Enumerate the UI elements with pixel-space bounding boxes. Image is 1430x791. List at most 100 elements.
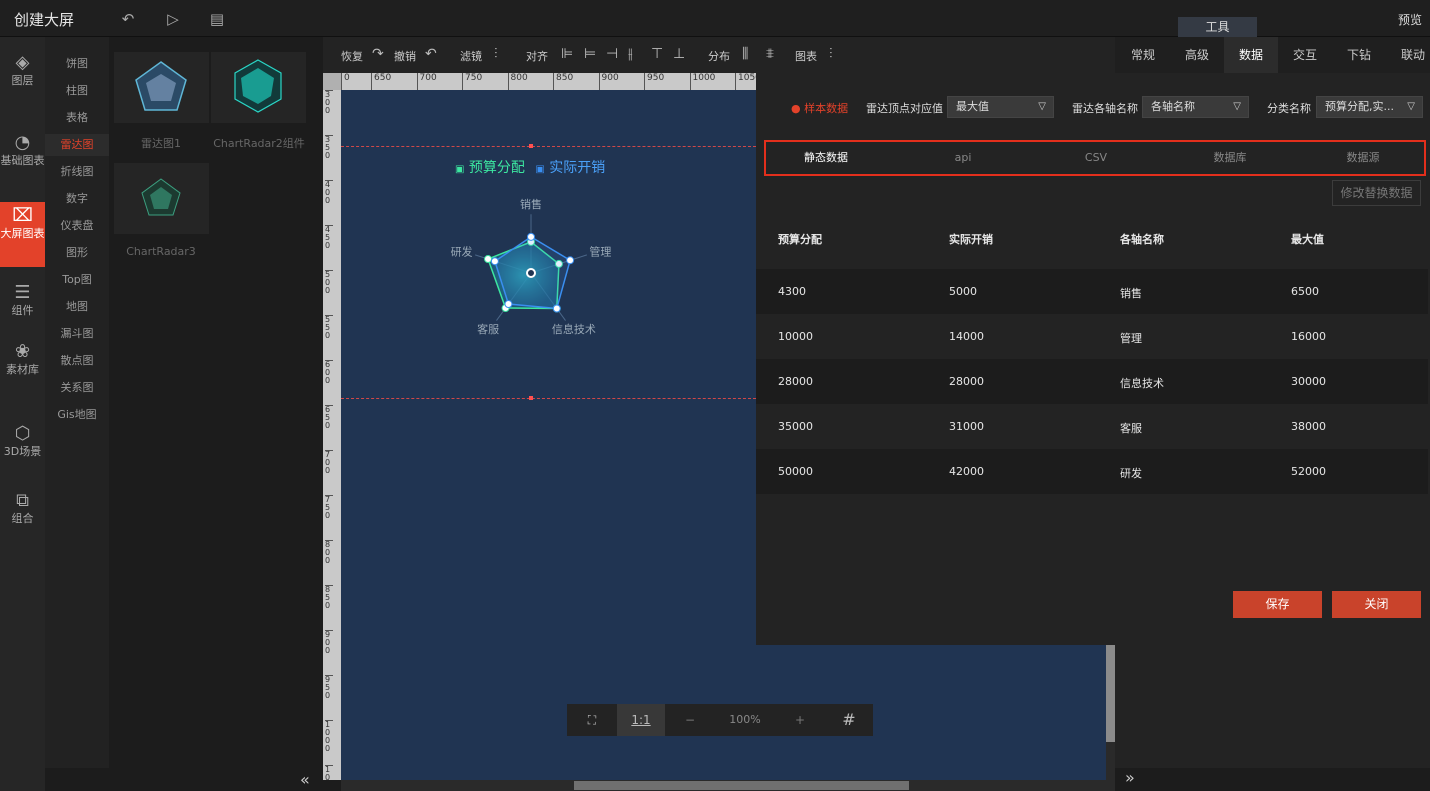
radar-point[interactable]: [566, 256, 575, 265]
table-row[interactable]: 28000 28000 信息技术 30000: [756, 359, 1428, 404]
tab-5[interactable]: 联动: [1386, 37, 1430, 73]
radar-point[interactable]: [552, 304, 561, 313]
back-icon[interactable]: ↶: [119, 10, 137, 28]
nav-item-3[interactable]: ☰ 组件: [0, 279, 45, 324]
thumb-radar1[interactable]: [114, 52, 209, 123]
ruler-tick-label: 750: [325, 495, 333, 520]
category-item[interactable]: 仪表盘: [45, 215, 109, 237]
fit-screen-icon[interactable]: ⛶: [567, 704, 617, 736]
category-item[interactable]: 散点图: [45, 350, 109, 372]
preview-button[interactable]: 预览: [1398, 11, 1422, 28]
ruler-tick-label: 0: [341, 73, 350, 90]
legend-actual-label[interactable]: 实际开销: [549, 160, 605, 176]
zoom-in-button[interactable]: +: [775, 704, 825, 736]
radar-point[interactable]: [527, 232, 535, 241]
vertex-select[interactable]: 最大值 ▽: [947, 96, 1054, 118]
distribute-button[interactable]: 分布: [708, 48, 730, 64]
align-right-icon[interactable]: ⊣: [606, 46, 618, 62]
category-item[interactable]: Gis地图: [45, 404, 109, 426]
resize-handle[interactable]: [529, 144, 533, 148]
category-item[interactable]: 数字: [45, 188, 109, 210]
play-icon[interactable]: ▷: [164, 10, 182, 28]
radar-point[interactable]: [490, 257, 499, 266]
source-tab-1[interactable]: api: [903, 142, 1023, 174]
category-item[interactable]: 表格: [45, 107, 109, 129]
zoom-out-button[interactable]: −: [665, 704, 715, 736]
align-bottom-icon[interactable]: ⊥: [673, 46, 685, 62]
radar-point[interactable]: [484, 255, 493, 264]
nav-item-1[interactable]: ◔ 基础图表: [0, 129, 45, 184]
table-row[interactable]: 10000 14000 管理 16000: [756, 314, 1428, 359]
guide-line-top: [341, 146, 756, 147]
save-button[interactable]: 保存: [1233, 591, 1322, 618]
undo-button[interactable]: 撤销: [394, 48, 416, 64]
horizontal-scroll-thumb[interactable]: [574, 781, 909, 790]
distribute-v-icon[interactable]: ⩨: [766, 46, 774, 62]
chart-icon[interactable]: ⫶: [829, 46, 833, 62]
align-left-icon[interactable]: ⊫: [561, 46, 573, 62]
table-row[interactable]: 50000 42000 研发 52000: [756, 449, 1428, 494]
source-tab-0[interactable]: 静态数据: [766, 142, 886, 174]
redo-button[interactable]: 恢复: [341, 48, 363, 64]
tab-0[interactable]: 常规: [1116, 37, 1170, 73]
filter-button[interactable]: 滤镜: [460, 48, 482, 64]
sliders-icon: ☰: [14, 282, 31, 303]
close-button[interactable]: 关闭: [1332, 591, 1421, 618]
category-item[interactable]: 饼图: [45, 53, 109, 75]
tools-tab[interactable]: 工具: [1178, 17, 1257, 37]
category-item[interactable]: 图形: [45, 242, 109, 264]
filter-icon[interactable]: ⫶: [494, 46, 498, 62]
category-item[interactable]: 柱图: [45, 80, 109, 102]
resize-handle[interactable]: [529, 396, 533, 400]
table-row[interactable]: 4300 5000 销售 6500: [756, 269, 1428, 314]
tab-1[interactable]: 高级: [1170, 37, 1224, 73]
axis-select[interactable]: 各轴名称 ▽: [1142, 96, 1249, 118]
save-icon[interactable]: ▤: [208, 10, 226, 28]
align-top-icon[interactable]: ⊤: [651, 46, 663, 62]
ruler-tick-label: 1000: [325, 720, 333, 753]
source-tab-3[interactable]: 数据库: [1170, 142, 1290, 174]
category-item[interactable]: 雷达图: [45, 134, 109, 156]
nav-item-2[interactable]: ⌧ 大屏图表: [0, 202, 45, 267]
table-row[interactable]: 35000 31000 客服 38000: [756, 404, 1428, 449]
radar-chart[interactable]: 销售管理信息技术 客服 研发: [425, 178, 645, 348]
source-tab-4[interactable]: 数据源: [1303, 142, 1423, 174]
undo-icon[interactable]: ↶: [425, 46, 437, 62]
legend-budget-label[interactable]: 预算分配: [469, 160, 525, 176]
thumb-radar2[interactable]: [211, 52, 306, 123]
distribute-h-icon[interactable]: ⫼: [742, 46, 748, 62]
nav-item-5[interactable]: ⬡ 3D场景: [0, 420, 45, 475]
tab-4[interactable]: 下钻: [1332, 37, 1386, 73]
ruler-tick-label: 750: [462, 73, 482, 90]
legend-actual-icon[interactable]: ▣: [535, 164, 544, 175]
collapse-right-icon[interactable]: »: [1125, 768, 1135, 787]
nav-item-4[interactable]: ❀ 素材库: [0, 338, 45, 398]
align-button[interactable]: 对齐: [526, 48, 548, 64]
category-item[interactable]: 关系图: [45, 377, 109, 399]
thumb-radar3[interactable]: [114, 163, 209, 234]
align-center-icon[interactable]: ⊨: [584, 46, 596, 62]
tab-2[interactable]: 数据: [1224, 37, 1278, 73]
category-item[interactable]: 折线图: [45, 161, 109, 183]
property-tabs: 常规 高级 数据 交互 下钻 联动: [1115, 37, 1430, 73]
vertical-scroll-thumb[interactable]: [1106, 645, 1115, 742]
modify-data-button[interactable]: 修改替换数据: [1332, 180, 1421, 206]
collapse-left-icon[interactable]: «: [300, 770, 310, 789]
category-item[interactable]: Top图: [45, 269, 109, 291]
sample-data-link[interactable]: ● 样本数据: [791, 100, 848, 116]
nav-item-6[interactable]: ⧉ 组合: [0, 487, 45, 532]
align-vcenter-icon[interactable]: ⫲: [628, 46, 633, 62]
category-item[interactable]: 漏斗图: [45, 323, 109, 345]
legend-budget-icon[interactable]: ▣: [455, 164, 464, 175]
grid-icon[interactable]: #: [825, 704, 873, 736]
actual-size-button[interactable]: 1:1: [617, 704, 665, 736]
chart-button[interactable]: 图表: [795, 48, 817, 64]
source-tab-2[interactable]: CSV: [1036, 142, 1156, 174]
redo-icon[interactable]: ↷: [372, 46, 384, 62]
radar-point[interactable]: [504, 300, 513, 309]
tab-3[interactable]: 交互: [1278, 37, 1332, 73]
class-select[interactable]: 预算分配,实... ▽: [1316, 96, 1423, 118]
nav-item-0[interactable]: ◈ 图层: [0, 49, 45, 89]
category-item[interactable]: 地图: [45, 296, 109, 318]
app-title: 创建大屏: [14, 11, 75, 29]
